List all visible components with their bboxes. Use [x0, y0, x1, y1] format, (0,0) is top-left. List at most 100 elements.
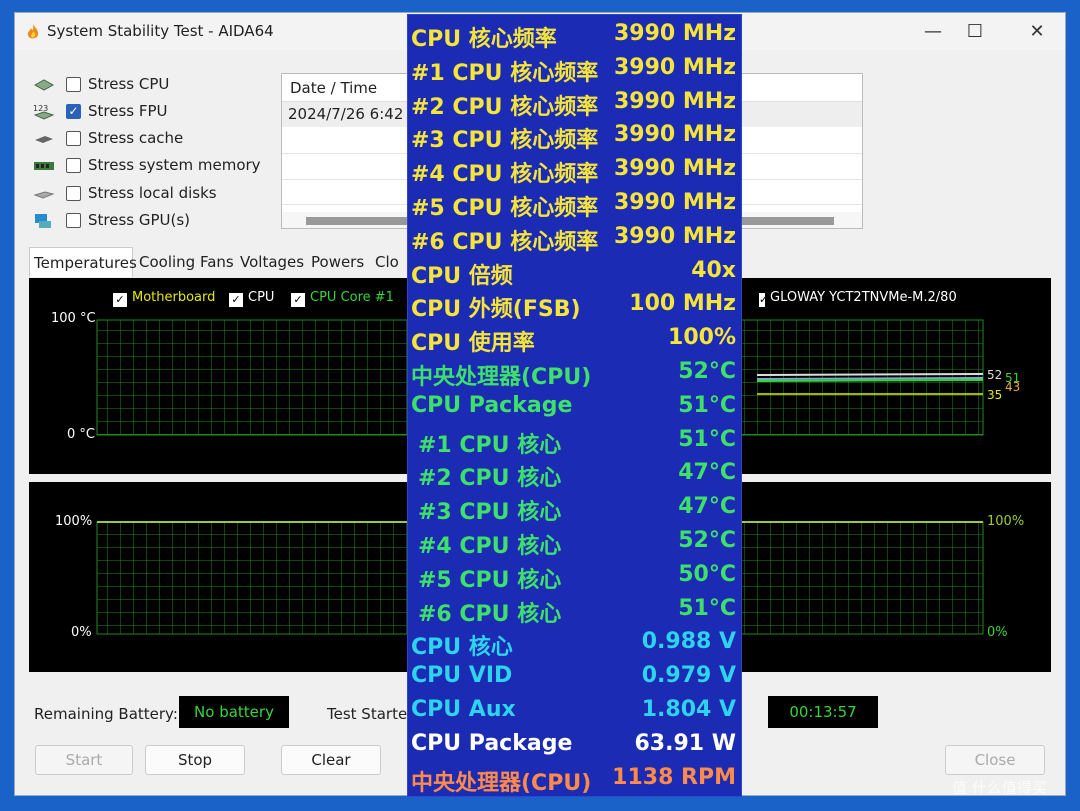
- osd-value: 3990 MHz: [614, 190, 736, 215]
- legend-cpu[interactable]: ✓ CPU: [229, 290, 274, 307]
- stress-fpu-option[interactable]: 123 ✓ Stress FPU: [33, 100, 263, 126]
- stress-cache-option[interactable]: Stress cache: [33, 127, 263, 153]
- legend-gloway-ssd[interactable]: ✓ GLOWAY YCT2TNVMe-M.2/80: [759, 290, 957, 307]
- maximize-button[interactable]: ☐: [955, 19, 995, 45]
- fpu-icon: 123: [33, 104, 55, 120]
- osd-row: #4 CPU 核心频率 3990 MHz: [408, 154, 741, 188]
- right-label-43: 43: [1005, 380, 1021, 394]
- osd-label: #5 CPU 核心频率: [411, 196, 599, 221]
- osd-row: #2 CPU 核心频率 3990 MHz: [408, 87, 741, 121]
- legend-cpu-core1[interactable]: ✓ CPU Core #1: [291, 290, 394, 307]
- stress-cache-checkbox[interactable]: [66, 131, 81, 146]
- stress-gpu-checkbox[interactable]: [66, 213, 81, 228]
- stress-gpu-option[interactable]: Stress GPU(s): [33, 209, 263, 235]
- osd-value: 100 MHz: [629, 291, 736, 317]
- osd-label: #6 CPU 核心频率: [411, 229, 599, 255]
- tab-powers[interactable]: Powers: [307, 247, 368, 277]
- sensor-osd-panel: CPU 核心频率 3990 MHz #1 CPU 核心频率 3990 MHz #2 CP…: [407, 14, 742, 797]
- log-row-datetime: 2024/7/26 6:42: [288, 105, 404, 123]
- stress-disks-option[interactable]: Stress local disks: [33, 182, 263, 208]
- stop-button[interactable]: Stop: [145, 745, 245, 775]
- osd-label: CPU 倍频: [411, 263, 513, 289]
- stress-memory-option[interactable]: Stress system memory: [33, 154, 263, 180]
- memory-icon: [34, 162, 54, 170]
- osd-value: 52°C: [678, 359, 736, 384]
- clear-button[interactable]: Clear: [281, 745, 381, 775]
- osd-value: 51°C: [678, 595, 736, 621]
- right-label-52: 52: [987, 368, 1003, 382]
- close-button[interactable]: Close: [945, 745, 1045, 775]
- osd-label: #4 CPU 核心频率: [411, 162, 599, 188]
- stress-fpu-checkbox[interactable]: ✓: [66, 104, 81, 119]
- osd-row: CPU Package 51°C: [408, 391, 741, 425]
- temp-y-max-label: 100 °C: [51, 311, 96, 326]
- stress-fpu-label: Stress FPU: [88, 102, 168, 120]
- osd-value: 47°C: [678, 494, 736, 520]
- osd-value: 3990 MHz: [614, 54, 736, 80]
- osd-row: #4 CPU 核心 52°C: [408, 526, 741, 560]
- osd-label: 中央处理器(CPU): [411, 770, 592, 796]
- elapsed-time: 00:13:57: [768, 696, 878, 728]
- date-time-column-header: Date / Time: [290, 79, 378, 97]
- stress-cpu-label: Stress CPU: [88, 75, 170, 93]
- disk-icon: [33, 191, 55, 199]
- osd-value: 40x: [691, 257, 736, 283]
- osd-label: #2 CPU 核心频率: [411, 94, 599, 120]
- osd-row: #2 CPU 核心 47°C: [408, 458, 741, 492]
- osd-value: 3990 MHz: [614, 156, 736, 182]
- osd-row: CPU 倍频 40x: [408, 256, 741, 290]
- tab-cooling-fans[interactable]: Cooling Fans: [135, 247, 238, 277]
- osd-label: 中央处理器(CPU): [411, 365, 592, 390]
- osd-value: 3990 MHz: [614, 122, 736, 148]
- osd-row: #1 CPU 核心 51°C: [408, 425, 741, 459]
- osd-label: CPU Package: [411, 392, 573, 418]
- osd-value: 100%: [668, 325, 736, 351]
- legend-gloway-label: GLOWAY YCT2TNVMe-M.2/80: [770, 290, 957, 305]
- start-button[interactable]: Start: [35, 745, 133, 775]
- osd-row: CPU VID 0.979 V: [408, 661, 741, 695]
- osd-label: CPU Package: [411, 730, 573, 756]
- osd-value: 0.979 V: [641, 663, 736, 689]
- osd-value: 1138 RPM: [612, 764, 736, 790]
- tab-voltages[interactable]: Voltages: [236, 247, 308, 277]
- osd-row: #6 CPU 核心频率 3990 MHz: [408, 222, 741, 256]
- osd-row: CPU Package 63.91 W: [408, 729, 741, 763]
- osd-label: CPU Aux: [411, 697, 516, 722]
- osd-value: 47°C: [678, 460, 736, 486]
- stress-memory-checkbox[interactable]: [66, 158, 81, 173]
- minimize-button[interactable]: —: [913, 19, 953, 45]
- stress-cpu-option[interactable]: Stress CPU: [33, 73, 263, 99]
- osd-label: CPU VID: [411, 663, 513, 689]
- right-label-35: 35: [987, 388, 1003, 402]
- stress-disks-label: Stress local disks: [88, 184, 217, 202]
- osd-row: #5 CPU 核心频率 3990 MHz: [408, 188, 741, 222]
- osd-value: 3990 MHz: [614, 223, 736, 249]
- tab-clocks[interactable]: Clo: [371, 247, 403, 277]
- gpu-icon: [35, 214, 51, 228]
- stress-disks-checkbox[interactable]: [66, 186, 81, 201]
- window-title: System Stability Test - AIDA64: [47, 22, 274, 40]
- watermark: 值 什么值得买: [952, 779, 1047, 797]
- osd-row: CPU Aux 1.804 V: [408, 695, 741, 729]
- osd-label: #3 CPU 核心频率: [411, 128, 599, 154]
- osd-value: 51°C: [678, 392, 736, 418]
- osd-label: #5 CPU 核心: [418, 567, 562, 593]
- osd-row: CPU 核心频率 3990 MHz: [408, 19, 741, 53]
- battery-label: Remaining Battery:: [34, 705, 178, 723]
- osd-row: CPU 外频(FSB) 100 MHz: [408, 289, 741, 323]
- osd-value: 63.91 W: [634, 730, 736, 756]
- osd-label: CPU 核心: [411, 635, 513, 661]
- legend-cpu-core1-label: CPU Core #1: [310, 290, 394, 305]
- legend-motherboard[interactable]: ✓ Motherboard: [113, 290, 215, 307]
- aida64-flame-icon: [27, 24, 39, 39]
- stress-cache-label: Stress cache: [88, 129, 184, 147]
- osd-row: CPU 使用率 100%: [408, 323, 741, 357]
- close-window-button[interactable]: ✕: [1017, 19, 1057, 45]
- stress-cpu-checkbox[interactable]: [66, 77, 81, 92]
- usage-y-max-label: 100%: [55, 514, 93, 529]
- tab-temperatures[interactable]: Temperatures: [29, 247, 137, 277]
- osd-row: #6 CPU 核心 51°C: [408, 594, 741, 628]
- osd-row: 中央处理器(CPU) 1138 RPM: [408, 763, 741, 797]
- osd-value: 0.988 V: [641, 629, 736, 655]
- osd-row: #3 CPU 核心频率 3990 MHz: [408, 120, 741, 154]
